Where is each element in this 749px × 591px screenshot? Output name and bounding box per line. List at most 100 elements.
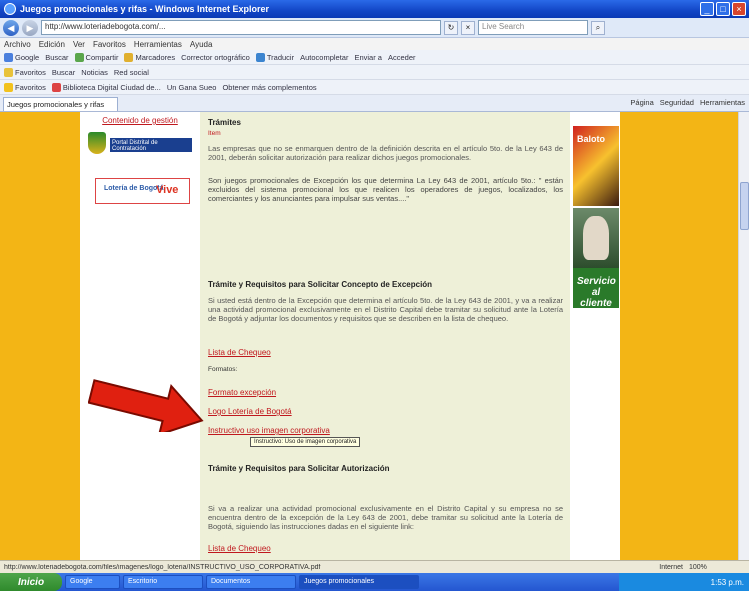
menu-bar: Archivo Edición Ver Favoritos Herramient… (0, 38, 749, 50)
person-photo (583, 216, 609, 260)
star-icon (4, 67, 13, 77)
fav-biblioteca[interactable]: Biblioteca Digital Ciudad de... (51, 82, 161, 92)
logo-loteria-link[interactable]: Logo Lotería de Bogotá (208, 407, 292, 416)
tramite-autorizacion-title: Trámite y Requisitos para Solicitar Auto… (208, 464, 390, 473)
search-input[interactable]: Live Search (478, 20, 588, 35)
toolbar-corrector[interactable]: Corrector ortográfico (181, 53, 250, 62)
favorites-button[interactable]: Favoritos (4, 82, 46, 92)
close-button[interactable]: × (732, 2, 746, 16)
instructivo-link[interactable]: Instructivo uso imagen corporativa (208, 426, 330, 435)
right-column: Baloto Servicio al cliente (570, 112, 620, 560)
secondary-toolbar: Favoritos Buscar Noticias Red social (0, 65, 749, 80)
contenido-link[interactable]: Contenido de gestión (80, 116, 200, 125)
back-button[interactable]: ◀ (3, 19, 19, 36)
url-input[interactable]: http://www.loteriadebogota.com/... (41, 20, 441, 35)
left-column: Contenido de gestión Portal Distrital de… (80, 112, 200, 560)
command-bar: Página Seguridad Herramientas (630, 98, 745, 107)
google-icon (4, 52, 13, 62)
window-title: Juegos promocionales y rifas - Windows I… (20, 4, 269, 14)
translate-icon (255, 52, 265, 62)
toolbar-google[interactable]: Google (4, 52, 39, 62)
tramites-item-label: Item (208, 130, 221, 137)
lista-chequeo-link-2[interactable]: Lista de Chequeo (208, 544, 271, 553)
scrollbar-thumb[interactable] (740, 182, 749, 230)
favorites-bar: Favoritos Biblioteca Digital Ciudad de..… (0, 80, 749, 95)
link-tooltip: Instructivo: Uso de imagen corporativa (250, 437, 361, 447)
loteria-logo-text: Lotería de Bogotá (104, 185, 164, 192)
stop-button[interactable]: × (461, 20, 475, 35)
maximize-button[interactable]: □ (716, 2, 730, 16)
menu-item-ayuda[interactable]: Ayuda (190, 40, 213, 49)
paragraph-autorizacion: Si va a realizar una actividad promocion… (208, 504, 563, 531)
tramite-excepcion-title: Trámite y Requisitos para Solicitar Conc… (208, 280, 433, 289)
toolbar-marcadores[interactable]: Marcadores (124, 52, 175, 62)
page-viewport: Contenido de gestión Portal Distrital de… (0, 112, 738, 560)
paragraph-juegos-excepcion: Son juegos promocionales de Excepción lo… (208, 176, 563, 203)
toolbar2-favoritos[interactable]: Favoritos (4, 67, 46, 77)
baloto-ad-text: Baloto (577, 134, 605, 144)
toolbar-buscar[interactable]: Buscar (45, 53, 68, 62)
servicio-cliente-banner[interactable]: Servicio al cliente (573, 268, 619, 309)
formatos-label: Formatos: (208, 366, 238, 373)
paragraph-excepcion: Si usted está dentro de la Excepción que… (208, 296, 563, 323)
fav-sueo[interactable]: Un Gana Sueo (167, 83, 217, 92)
customer-photo-banner[interactable] (573, 208, 619, 268)
share-icon (74, 52, 84, 62)
system-tray: 1:53 p.m. (619, 573, 749, 591)
taskbar: Inicio Google Escritorio Documentos Jueg… (0, 573, 749, 591)
tramites-title: Trámites (208, 118, 241, 127)
toolbar2-noticias[interactable]: Noticias (81, 68, 108, 77)
bogota-shield-icon (88, 132, 106, 154)
red-arrow-annotation (88, 379, 204, 432)
taskbar-item-escritorio[interactable]: Escritorio (123, 575, 203, 589)
paragraph-empresas: Las empresas que no se enmarquen dentro … (208, 144, 563, 162)
menu-item-archivo[interactable]: Archivo (4, 40, 31, 49)
forward-button[interactable]: ▶ (22, 19, 38, 36)
status-bar: http://www.loteriadebogota.com/files/ima… (0, 560, 749, 573)
baloto-ad-banner[interactable]: Baloto (573, 126, 619, 206)
status-zoom[interactable]: 100% (689, 564, 749, 571)
vertical-scrollbar[interactable] (738, 112, 749, 560)
minimize-button[interactable]: _ (700, 2, 714, 16)
loteria-logo-banner[interactable]: Lotería de Bogotá Vive (95, 178, 190, 204)
page-icon (51, 82, 61, 92)
toolbar2-red[interactable]: Red social (114, 68, 149, 77)
cmd-seguridad[interactable]: Seguridad (660, 98, 694, 107)
cmd-pagina[interactable]: Página (630, 98, 653, 107)
formato-excepcion-link[interactable]: Formato excepción (208, 388, 276, 397)
address-bar: ◀ ▶ http://www.loteriadebogota.com/... ↻… (0, 18, 749, 38)
google-toolbar: Google Buscar Compartir Marcadores Corre… (0, 50, 749, 65)
main-content: Trámites Item Las empresas que no se enm… (200, 112, 570, 560)
tab-row: Juegos promocionales y rifas Página Segu… (0, 95, 749, 112)
window-controls: _ □ × (700, 2, 746, 16)
tab-juegos[interactable]: Juegos promocionales y rifas (3, 97, 118, 111)
toolbar-acceder[interactable]: Acceder (388, 53, 416, 62)
status-url: http://www.loteriadebogota.com/files/ima… (4, 563, 321, 571)
cmd-herramientas[interactable]: Herramientas (700, 98, 745, 107)
menu-item-edicion[interactable]: Edición (39, 40, 65, 49)
portal-contratacion-badge[interactable]: Portal Distrital de Contratación (110, 138, 192, 152)
clock: 1:53 p.m. (710, 577, 744, 587)
menu-item-favoritos[interactable]: Favoritos (93, 40, 126, 49)
ie-logo-icon (4, 3, 16, 15)
taskbar-item-juegos[interactable]: Juegos promocionales (299, 575, 419, 589)
toolbar2-buscar[interactable]: Buscar (52, 68, 75, 77)
search-go-icon[interactable]: ⌕ (591, 20, 605, 35)
refresh-button[interactable]: ↻ (444, 20, 458, 35)
taskbar-item-google[interactable]: Google (65, 575, 120, 589)
toolbar-enviar[interactable]: Enviar a (354, 53, 382, 62)
taskbar-item-documentos[interactable]: Documentos (206, 575, 296, 589)
toolbar-traducir[interactable]: Traducir (255, 52, 294, 62)
window-titlebar: Juegos promocionales y rifas - Windows I… (0, 0, 749, 18)
lista-chequeo-link[interactable]: Lista de Chequeo (208, 348, 271, 357)
toolbar-autocompletar[interactable]: Autocompletar (300, 53, 348, 62)
status-zone: Internet (659, 563, 683, 571)
star-icon (4, 82, 13, 92)
toolbar-compartir[interactable]: Compartir (74, 52, 118, 62)
menu-item-ver[interactable]: Ver (73, 40, 85, 49)
start-button[interactable]: Inicio (0, 573, 62, 591)
loteria-logo-sub: Vive (156, 184, 179, 196)
fav-complementos[interactable]: Obtener más complementos (222, 83, 316, 92)
menu-item-herramientas[interactable]: Herramientas (134, 40, 182, 49)
bookmark-icon (124, 52, 134, 62)
